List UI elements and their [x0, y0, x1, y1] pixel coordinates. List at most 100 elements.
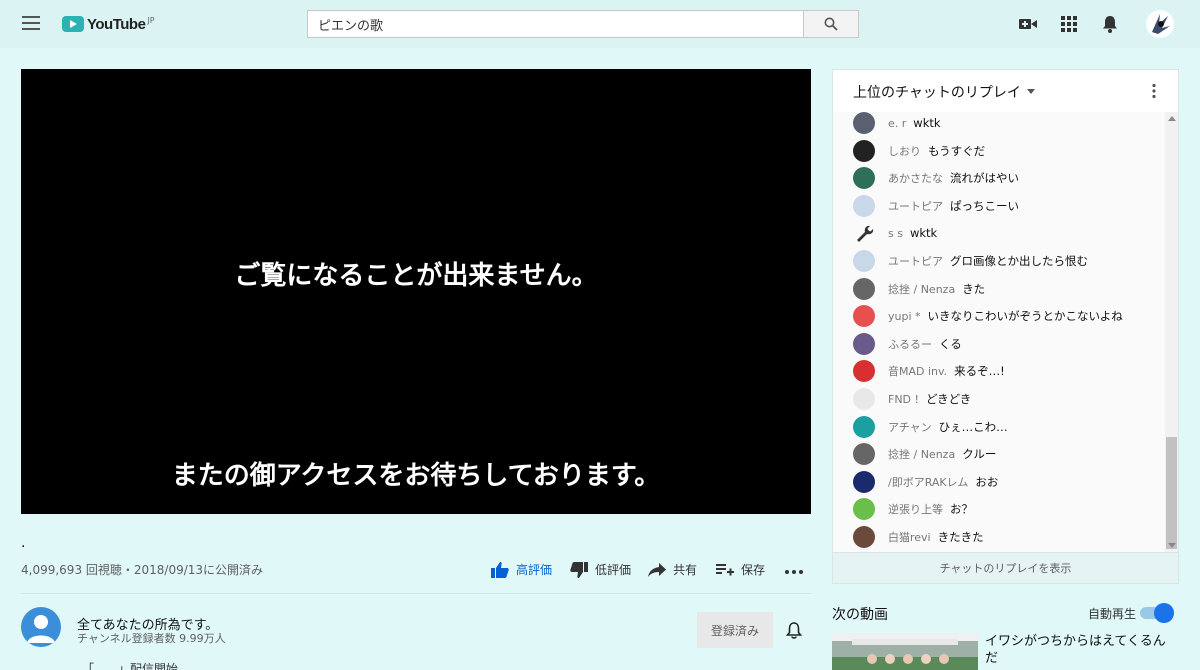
chat-author[interactable]: しおり [888, 143, 921, 159]
subscriber-count: チャンネル登録者数 9.99万人 [77, 632, 226, 645]
chat-author[interactable]: 捻挫 / Nenza [888, 281, 955, 297]
subscribed-button[interactable]: 登録済み [697, 612, 773, 648]
chat-message[interactable]: 逆張り上等 お？ [853, 498, 973, 521]
search-input[interactable] [307, 10, 804, 38]
scroll-down-icon[interactable] [1168, 543, 1176, 548]
author-avatar[interactable] [853, 388, 875, 410]
autoplay-toggle[interactable] [1140, 603, 1174, 623]
chat-message[interactable]: e. r wktk [853, 112, 941, 134]
apps-grid-icon[interactable] [1059, 14, 1079, 34]
channel-avatar[interactable] [21, 607, 61, 647]
author-avatar[interactable] [853, 167, 875, 190]
thumbnail-image [832, 633, 978, 670]
chat-author[interactable]: s s [888, 227, 903, 240]
author-avatar[interactable] [853, 360, 875, 383]
chat-author[interactable]: ユートピア [888, 253, 943, 269]
share-label: 共有 [673, 563, 698, 577]
chat-message[interactable]: /即ボアRAKレム おお [853, 470, 998, 493]
chat-more-icon[interactable] [1151, 83, 1157, 99]
chat-text: きたきた [937, 530, 984, 544]
chat-author[interactable]: アチャン [888, 419, 932, 435]
divider [21, 593, 811, 594]
account-avatar[interactable] [1146, 10, 1174, 38]
chat-author[interactable]: 白猫revi [888, 529, 931, 545]
next-video-thumbnail[interactable] [832, 633, 978, 670]
search-button[interactable] [803, 10, 859, 38]
chat-mode-selector[interactable]: 上位のチャットのリプレイ [853, 82, 1021, 102]
play-logo-icon [62, 16, 84, 32]
autoplay-label: 自動再生 [1088, 607, 1137, 621]
chat-message[interactable]: あかさたな 流れがはやい [853, 167, 1019, 190]
chat-author[interactable]: yupi * [888, 310, 921, 323]
channel-bell-icon[interactable] [784, 620, 804, 640]
unavailable-message: ご覧になることが出来ません。 [234, 261, 598, 291]
chat-text: クルー [962, 447, 997, 462]
chat-text: wktk [909, 226, 938, 241]
menu-icon[interactable] [22, 16, 40, 30]
youtube-logo[interactable]: YouTube JP [62, 14, 155, 34]
chat-text: ひぇ…こわ… [938, 419, 1008, 434]
notifications-bell-icon[interactable] [1100, 14, 1120, 34]
chat-author[interactable]: あかさたな [888, 170, 943, 186]
chat-author[interactable]: ふるるー [888, 336, 932, 352]
chat-message[interactable]: s s wktk [853, 222, 937, 244]
next-video-title[interactable]: イワシがつちからはえてくるんだ [985, 633, 1175, 667]
author-avatar[interactable] [853, 498, 875, 521]
chat-author[interactable]: 音MAD inv. [888, 363, 947, 379]
dislike-button[interactable]: 低評価 [570, 561, 631, 578]
playlist-add-icon [716, 563, 734, 575]
video-player[interactable]: ご覧になることが出来ません。 またの御アクセスをお待ちしております。 [21, 69, 811, 514]
author-avatar[interactable] [853, 332, 875, 355]
author-avatar[interactable] [853, 139, 875, 162]
chat-message[interactable]: 捻挫 / Nenza きた [853, 277, 985, 300]
chat-message[interactable]: FND ! どきどき [853, 388, 971, 410]
chat-header: 上位のチャットのリプレイ [833, 70, 1178, 112]
chat-text: グロ画像とか出したら恨む [950, 254, 1088, 268]
default-user-icon [27, 615, 55, 643]
save-button[interactable]: 保存 [716, 561, 765, 578]
scroll-thumb[interactable] [1166, 437, 1177, 549]
author-avatar[interactable] [853, 305, 875, 328]
chat-author[interactable]: e. r [888, 117, 906, 130]
author-avatar[interactable] [853, 112, 875, 134]
author-avatar[interactable] [853, 526, 875, 548]
video-title: . [21, 535, 26, 551]
chat-author[interactable]: 逆張り上等 [888, 501, 943, 517]
chat-message-list[interactable]: e. r wktk しおり もうすぐだ あかさたな 流れがはやい ユートピア ぱっちこーい s … [833, 112, 1165, 552]
chat-message[interactable]: しおり もうすぐだ [853, 139, 985, 162]
chat-message[interactable]: ふるるー くる [853, 332, 962, 355]
dropdown-caret-icon[interactable] [1027, 89, 1035, 94]
author-avatar[interactable] [853, 415, 875, 438]
chat-scrollbar[interactable] [1165, 112, 1178, 552]
show-chat-replay-button[interactable]: チャットのリプレイを表示 [833, 552, 1178, 583]
chat-message[interactable]: アチャン ひぇ…こわ… [853, 415, 1008, 438]
author-avatar[interactable] [853, 194, 875, 217]
create-video-icon[interactable] [1018, 14, 1038, 34]
chat-message[interactable]: 捻挫 / Nenza クルー [853, 443, 997, 466]
chat-author[interactable]: 捻挫 / Nenza [888, 446, 955, 462]
chat-author[interactable]: ユートピア [888, 198, 943, 214]
share-button[interactable]: 共有 [648, 561, 697, 578]
thumbs-down-icon [570, 561, 588, 578]
toggle-knob [1154, 603, 1174, 623]
scroll-up-icon[interactable] [1168, 116, 1176, 121]
author-avatar[interactable] [853, 470, 875, 493]
chat-message[interactable]: yupi * いきなりこわいがぞうとかこないよね [853, 305, 1123, 328]
chat-message[interactable]: ユートピア グロ画像とか出したら恨む [853, 250, 1088, 272]
top-bar: YouTube JP [0, 0, 1200, 48]
chat-author[interactable]: FND ! [888, 393, 919, 406]
author-avatar[interactable] [853, 277, 875, 300]
chat-author[interactable]: /即ボアRAKレム [888, 474, 968, 490]
author-avatar[interactable] [853, 443, 875, 466]
wrench-avatar-icon[interactable] [853, 222, 875, 244]
chat-message[interactable]: 音MAD inv. 来るぞ…! [853, 360, 1005, 383]
like-label: 高評価 [516, 563, 553, 577]
more-actions-icon[interactable] [784, 562, 804, 578]
dislike-label: 低評価 [595, 563, 632, 577]
like-button[interactable]: 高評価 [491, 561, 552, 578]
chat-message[interactable]: ユートピア ぱっちこーい [853, 194, 1019, 217]
author-avatar[interactable] [853, 250, 875, 272]
chat-message[interactable]: 白猫revi きたきた [853, 526, 984, 548]
chat-text: お？ [950, 502, 973, 517]
save-label: 保存 [741, 563, 766, 577]
